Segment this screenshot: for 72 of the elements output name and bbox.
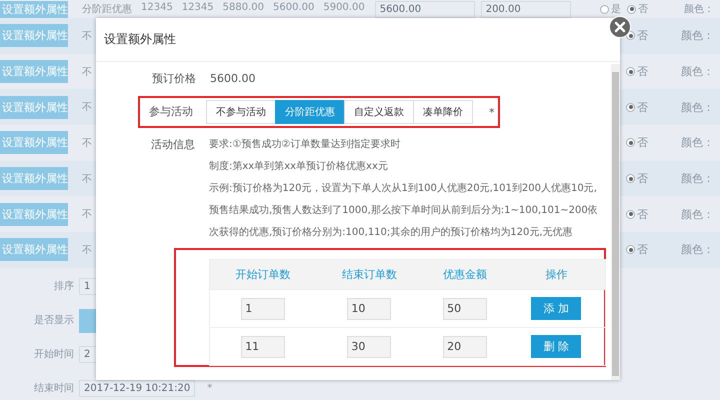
radio-label: 否: [637, 28, 648, 44]
radio-label: 否: [637, 206, 648, 222]
radio-button[interactable]: [627, 4, 636, 14]
radio-button[interactable]: [626, 102, 635, 112]
info-text: 制度:第xx单到第xx单预订价格优惠xx元: [209, 160, 389, 174]
activity-option[interactable]: 分阶距优惠: [275, 100, 345, 124]
radio-label: 否: [637, 171, 648, 186]
table-cell-text: 5600.00: [272, 2, 314, 15]
color-label: 颜色：: [681, 64, 714, 80]
discount-input[interactable]: 50: [443, 298, 488, 320]
table-cell-text: 不: [82, 66, 92, 79]
radio-button[interactable]: [626, 245, 635, 254]
activity-option[interactable]: 不参与活动: [206, 100, 276, 124]
color-label: 颜色：: [681, 135, 714, 150]
column-header: 结束订单数: [316, 260, 422, 290]
table-cell-text: 5880.00: [222, 2, 264, 15]
close-icon[interactable]: [609, 16, 631, 38]
column-header: 开始订单数: [210, 260, 316, 290]
table-cell-text: 不: [82, 136, 92, 150]
form-label: 结束时间: [33, 383, 74, 394]
color-label: 颜色：: [681, 206, 714, 222]
color-label: 颜色：: [681, 28, 714, 44]
field-label: 预订价格: [151, 71, 196, 87]
table-cell-text: 不: [82, 244, 92, 257]
scrollbar[interactable]: [611, 64, 620, 380]
input-field[interactable]: 2017-12-19 10:21:20: [79, 380, 196, 398]
radio-button[interactable]: [626, 210, 635, 219]
activity-option[interactable]: 自定义返款: [344, 100, 414, 124]
info-text: 要求:①预售成功②订单数量达到指定要求时: [209, 138, 402, 152]
required-mark: *: [207, 383, 212, 394]
action-button[interactable]: 删 除: [531, 335, 582, 358]
form-label: 开始时间: [33, 349, 74, 360]
start-input[interactable]: 1: [241, 298, 286, 320]
color-label: 颜色：: [681, 242, 714, 258]
table-cell-text: 5900.00: [323, 2, 365, 15]
field-label: 参与活动: [148, 104, 193, 120]
table-cell-text: 12345: [141, 2, 173, 15]
input-field[interactable]: 200.00: [480, 0, 571, 18]
radio-label: 否: [637, 64, 648, 80]
action-button[interactable]: 添 加: [531, 297, 582, 320]
color-label: 颜色：: [681, 100, 714, 115]
form-label: 排序: [53, 281, 74, 292]
end-input[interactable]: 30: [347, 336, 392, 358]
column-header: 操作: [508, 260, 606, 290]
color-label: 颜色：: [681, 171, 714, 186]
field-label: 活动信息: [150, 137, 195, 153]
radio-button[interactable]: [626, 174, 635, 184]
color-label: 颜色：: [684, 2, 714, 16]
info-text: 示例:预订价格为120元，设置为下单人次从1到100人优惠20元,101到200人优惠10元,预售结果成功,预售人数达到了1000,那么按下单时间从前到后分为:1~100,101~200依次获得的优惠,预订价格分别为:100,110;其余的用户的预订价格均为120元,无优惠: [209, 182, 599, 240]
radio-label: 否: [637, 135, 648, 150]
column-header: 优惠金额: [422, 260, 508, 290]
discount-input[interactable]: 20: [443, 336, 488, 358]
start-input[interactable]: 11: [241, 336, 286, 358]
form-label: 是否显示: [33, 315, 74, 326]
table-cell-text: 不: [82, 208, 92, 222]
activity-option[interactable]: 凑单降价: [413, 100, 473, 124]
radio-button[interactable]: [626, 67, 635, 76]
radio-label: 否: [637, 242, 648, 258]
table-cell-text: 分阶距优惠: [82, 2, 132, 16]
required-mark: *: [489, 106, 494, 118]
table-cell-text: 12345: [182, 2, 214, 15]
radio-label: 否: [637, 100, 648, 115]
radio-button[interactable]: [626, 138, 635, 148]
radio-label: 否: [638, 3, 648, 16]
radio-label: 是: [611, 3, 621, 16]
price-value: 5600.00: [210, 71, 256, 87]
input-field[interactable]: 5600.00: [374, 0, 475, 18]
table-cell-text: 不: [82, 30, 92, 43]
table-cell-text: 不: [82, 172, 92, 186]
radio-button[interactable]: [600, 4, 609, 14]
table-cell-text: 不: [82, 101, 92, 114]
end-input[interactable]: 10: [347, 298, 392, 320]
